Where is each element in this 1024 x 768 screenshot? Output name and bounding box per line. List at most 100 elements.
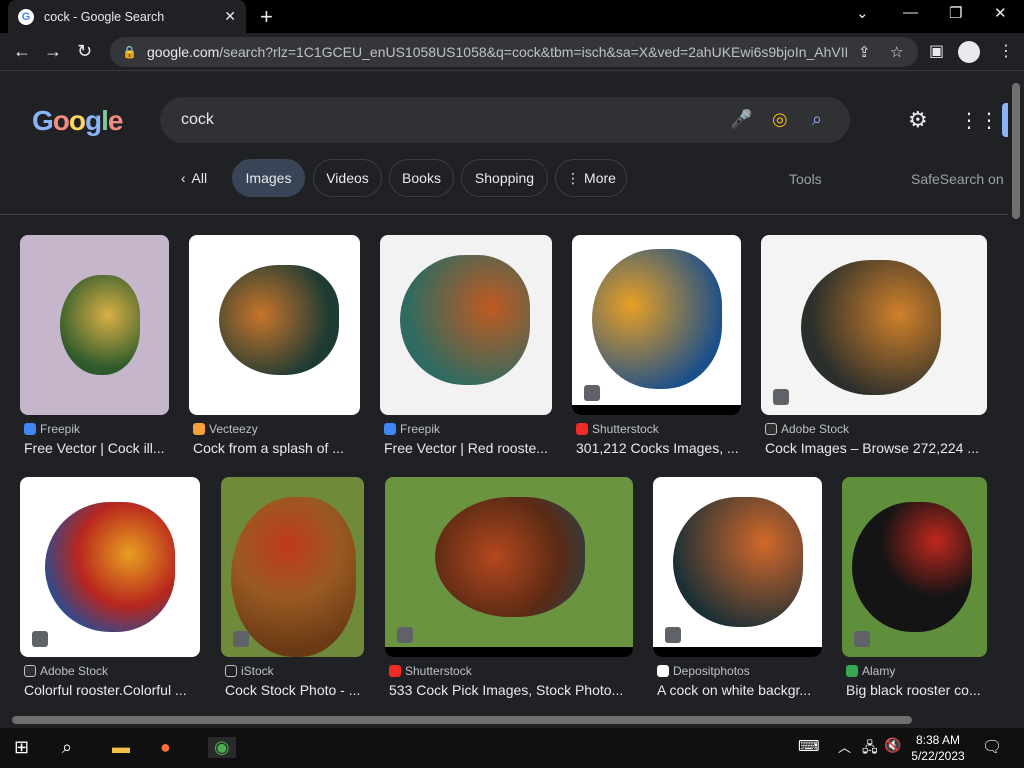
result-caption[interactable]: Free Vector | Cock ill... [24, 440, 170, 456]
result-source[interactable]: Vecteezy [193, 422, 258, 436]
minimize-icon[interactable]: — [903, 4, 918, 21]
tray-chevron-up-icon[interactable]: ︿ [838, 737, 851, 756]
taskbar-clock[interactable]: 8:38 AM 5/22/2023 [906, 732, 970, 764]
image-badge-icon [233, 631, 249, 647]
image-thumbnail[interactable] [572, 235, 741, 415]
new-tab-icon[interactable]: + [260, 4, 273, 30]
safesearch-button[interactable]: SafeSearch on [911, 171, 1004, 187]
chip-books[interactable]: Books [389, 159, 454, 197]
google-favicon-icon: G [18, 8, 34, 25]
chevron-left-icon: ‹ [180, 170, 186, 186]
result-caption[interactable]: 533 Cock Pick Images, Stock Photo... [389, 682, 633, 698]
microphone-icon[interactable]: 🎤 [730, 109, 752, 130]
freepik-favicon-icon [24, 423, 36, 435]
google-logo[interactable]: Google [32, 105, 123, 137]
vecteezy-favicon-icon [193, 423, 205, 435]
result-source[interactable]: Adobe Stock [765, 422, 849, 436]
lens-camera-icon[interactable]: ◎ [772, 109, 788, 130]
gear-icon[interactable]: ⚙ [908, 107, 928, 133]
window-close-icon[interactable]: ✕ [994, 4, 1007, 22]
result-source[interactable]: iStock [225, 664, 274, 678]
network-icon[interactable]: 🖧 [862, 737, 878, 761]
image-badge-icon [584, 385, 600, 401]
image-thumbnail[interactable] [20, 477, 200, 657]
result-source[interactable]: Alamy [846, 664, 895, 678]
address-bar[interactable]: 🔒 google.com/search?rlz=1C1GCEU_enUS1058… [110, 37, 918, 67]
tab-search-chevron-icon[interactable]: ⌄ [856, 4, 869, 22]
file-explorer-icon[interactable]: ▬ [112, 737, 130, 758]
search-input[interactable]: cock [181, 111, 214, 129]
chip-videos[interactable]: Videos [313, 159, 382, 197]
tab-close-icon[interactable]: ✕ [224, 8, 236, 25]
browser-tab[interactable]: G cock - Google Search ✕ [8, 0, 246, 33]
result-caption[interactable]: 301,212 Cocks Images, ... [576, 440, 741, 456]
result-source[interactable]: Freepik [384, 422, 440, 436]
windows-start-icon[interactable]: ⊞ [14, 737, 29, 758]
tab-title: cock - Google Search [44, 9, 165, 24]
image-thumbnail[interactable] [189, 235, 360, 415]
notification-icon[interactable]: 🗨 [982, 737, 1002, 757]
image-thumbnail[interactable] [380, 235, 552, 415]
image-badge-icon [397, 627, 413, 643]
shutterstock-favicon-icon [389, 665, 401, 677]
image-thumbnail[interactable] [20, 235, 169, 415]
reload-icon[interactable]: ↻ [77, 41, 92, 62]
result-source[interactable]: Freepik [24, 422, 80, 436]
virtual-keyboard-icon[interactable]: ⌨ [798, 737, 820, 755]
chip-all[interactable]: ‹ All [170, 159, 218, 197]
forward-arrow-icon[interactable]: → [44, 41, 62, 62]
result-caption[interactable]: Free Vector | Red rooste... [384, 440, 552, 456]
url-text[interactable]: google.com/search?rlz=1C1GCEU_enUS1058US… [147, 44, 847, 60]
shutterstock-favicon-icon [576, 423, 588, 435]
image-thumbnail[interactable] [653, 477, 822, 657]
lock-icon: 🔒 [122, 45, 137, 59]
search-icon[interactable]: ⌕ [62, 737, 72, 758]
freepik-favicon-icon [384, 423, 396, 435]
result-source[interactable]: Shutterstock [576, 422, 659, 436]
horizontal-scroll-thumb[interactable] [12, 716, 912, 724]
chip-more[interactable]: ⋮ More [555, 159, 627, 197]
chip-shopping[interactable]: Shopping [461, 159, 548, 197]
browser-tab-strip: G cock - Google Search ✕ + ⌄ — ❐ ✕ [0, 0, 1024, 33]
profile-avatar[interactable] [958, 41, 980, 63]
image-thumbnail[interactable] [761, 235, 987, 415]
back-arrow-icon[interactable]: ← [13, 41, 31, 62]
istock-favicon-icon [225, 665, 237, 677]
restore-icon[interactable]: ❐ [949, 4, 962, 22]
image-thumbnail[interactable] [842, 477, 987, 657]
tools-button[interactable]: Tools [789, 171, 822, 187]
result-source[interactable]: Shutterstock [389, 664, 472, 678]
image-badge-icon [773, 389, 789, 405]
alamy-favicon-icon [846, 665, 858, 677]
result-caption[interactable]: A cock on white backgr... [657, 682, 822, 698]
depositphotos-favicon-icon [657, 665, 669, 677]
vertical-scrollbar[interactable] [1008, 71, 1024, 712]
browser-toolbar: ← → ↻ 🔒 google.com/search?rlz=1C1GCEU_en… [0, 33, 1024, 71]
side-panel-icon[interactable]: ▣ [929, 41, 944, 61]
firefox-icon[interactable]: ● [160, 737, 171, 758]
result-caption[interactable]: Colorful rooster.Colorful ... [24, 682, 200, 698]
result-caption[interactable]: Cock Images – Browse 272,224 ... [765, 440, 987, 456]
search-box[interactable]: cock 🎤 ◎ ⌕ [160, 97, 850, 143]
chip-images[interactable]: Images [232, 159, 305, 197]
share-icon[interactable]: ⇪ [858, 43, 871, 61]
result-caption[interactable]: Cock from a splash of ... [193, 440, 358, 456]
result-source[interactable]: Depositphotos [657, 664, 750, 678]
more-dots-icon: ⋮ [566, 169, 581, 186]
chrome-icon[interactable]: ◉ [208, 737, 236, 758]
search-icon[interactable]: ⌕ [812, 109, 822, 130]
apps-grid-icon[interactable]: ⋮⋮⋮ [959, 108, 1008, 133]
image-thumbnail[interactable] [221, 477, 364, 657]
search-filter-chips: ‹ All Images Videos Books Shopping ⋮ Mor… [0, 158, 1008, 198]
result-caption[interactable]: Cock Stock Photo - ... [225, 682, 364, 698]
search-results-page: Google cock 🎤 ◎ ⌕ ⚙ ⋮⋮⋮ ‹ All Images Vid… [0, 71, 1008, 712]
bookmark-star-icon[interactable]: ☆ [890, 43, 903, 61]
vertical-scroll-thumb[interactable] [1012, 83, 1020, 219]
image-badge-icon [32, 631, 48, 647]
result-caption[interactable]: Big black rooster co... [846, 682, 987, 698]
browser-menu-icon[interactable]: ⋮ [998, 41, 1014, 61]
horizontal-scrollbar[interactable] [0, 712, 1008, 728]
image-thumbnail[interactable] [385, 477, 633, 657]
volume-muted-icon[interactable]: 🔇 [884, 737, 901, 754]
result-source[interactable]: Adobe Stock [24, 664, 108, 678]
